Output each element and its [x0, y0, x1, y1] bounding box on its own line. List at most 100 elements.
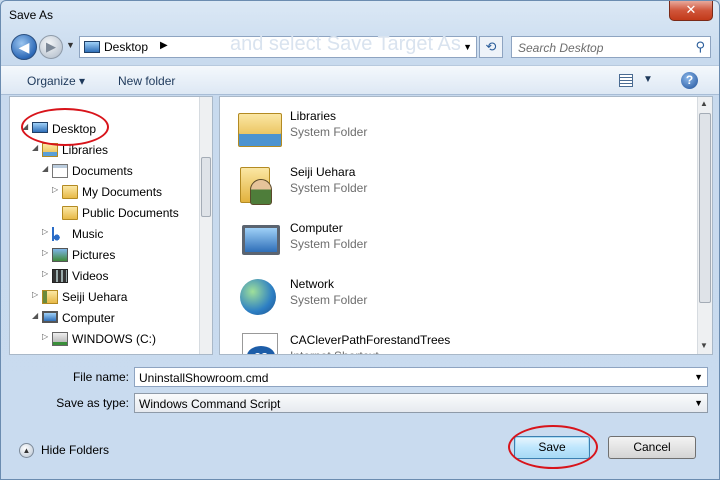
refresh-button[interactable]: ⟲ [479, 36, 503, 58]
file-list-scroll-thumb[interactable] [699, 113, 711, 303]
navigation-pane[interactable]: ◢ Desktop ◢ Libraries ◢ Documents ▷ My Document… [9, 96, 213, 355]
forward-button[interactable]: ▶ [39, 35, 63, 59]
network-icon-graphic [240, 279, 276, 315]
change-view-icon[interactable] [619, 74, 633, 87]
navigation-scroll-thumb[interactable] [201, 157, 211, 217]
tree-item-label: Seiji Uehara [62, 290, 128, 304]
file-name: Libraries [290, 109, 337, 123]
tree-item-label: Pictures [72, 248, 116, 262]
computer-icon-graphic [242, 225, 280, 255]
tree-item-8[interactable]: ▷ Seiji Uehara [10, 287, 200, 307]
pictures-icon [52, 248, 68, 262]
tree-item-2[interactable]: ◢ Documents [10, 161, 200, 181]
file-name-field[interactable]: UninstallShowroom.cmd ▼ [134, 367, 708, 387]
tree-expander-icon[interactable]: ◢ [42, 164, 48, 173]
tree-item-10[interactable]: ▷ WINDOWS (C:) [10, 329, 200, 349]
view-options-dropdown[interactable]: ▼ [643, 74, 653, 85]
save-button[interactable]: Save [514, 436, 590, 459]
file-list-item[interactable]: ca CACleverPathForestandTrees Internet Sho… [236, 327, 676, 354]
search-input[interactable]: Search Desktop ⚲ [511, 36, 711, 58]
tree-item-5[interactable]: ▷ Music [10, 224, 200, 244]
breadcrumb-desktop[interactable]: Desktop [104, 40, 148, 54]
file-name: Seiji Uehara [290, 165, 356, 179]
tree-expander-icon[interactable]: ▷ [52, 185, 58, 194]
desktop-icon [84, 41, 100, 53]
file-name: CACleverPathForestandTrees [290, 333, 451, 347]
tree-item-label: Videos [72, 269, 109, 283]
file-type: System Folder [290, 181, 368, 195]
save-as-type-label: Save as type: [56, 396, 129, 410]
address-dropdown-icon[interactable]: ▼ [463, 42, 472, 52]
tree-item-3[interactable]: ▷ My Documents [10, 182, 200, 202]
help-button[interactable]: ? [681, 72, 698, 89]
tree-expander-icon[interactable]: ▷ [42, 248, 48, 257]
close-button[interactable]: ✕ [669, 1, 713, 21]
collapse-icon: ▲ [19, 443, 34, 458]
cancel-button[interactable]: Cancel [608, 436, 696, 459]
file-type: Internet Shortcut [290, 349, 379, 354]
navigation-scrollbar[interactable] [199, 97, 212, 354]
file-list-item[interactable]: Seiji Uehara System Folder [236, 159, 676, 211]
libraries-icon-graphic [238, 113, 282, 147]
folder-icon [62, 185, 78, 199]
window-title: Save As [9, 8, 54, 22]
tree-item-label: Public Documents [82, 206, 179, 220]
tree-item-label: Libraries [62, 143, 109, 157]
tree-expander-icon[interactable]: ◢ [22, 122, 28, 131]
file-type: System Folder [290, 125, 368, 139]
file-list-scrollbar[interactable]: ▲ ▼ [697, 97, 712, 354]
save-as-type-dropdown-icon[interactable]: ▼ [694, 398, 703, 408]
tree-item-6[interactable]: ▷ Pictures [10, 245, 200, 265]
shortcut-icon-graphic: ca [242, 333, 278, 354]
save-as-type-select[interactable]: Windows Command Script ▼ [134, 393, 708, 413]
hide-folders-label: Hide Folders [41, 443, 110, 457]
music-icon [52, 227, 62, 241]
tree-item-0[interactable]: ◢ Desktop [10, 119, 200, 139]
file-list-item[interactable]: Computer System Folder [236, 215, 676, 267]
tree-item-4[interactable]: Public Documents [10, 203, 200, 223]
title-bar: Save As ✕ [1, 1, 719, 29]
organize-menu[interactable]: Organize ▾ [27, 74, 85, 88]
address-bar[interactable]: Desktop ▶ and select Save Target As ▼ [79, 33, 477, 58]
tree-item-9[interactable]: ◢ Computer [10, 308, 200, 328]
breadcrumb-arrow-icon[interactable]: ▶ [160, 40, 168, 51]
tree-item-label: Desktop [52, 122, 97, 136]
search-placeholder: Search Desktop [518, 41, 604, 55]
file-list-item[interactable]: Network System Folder [236, 271, 676, 323]
file-name: Network [290, 277, 335, 291]
file-name: Computer [290, 221, 343, 235]
recent-pages-dropdown[interactable]: ▼ [66, 40, 75, 50]
computer-icon [42, 311, 58, 323]
file-name-dropdown-icon[interactable]: ▼ [694, 372, 703, 382]
network-icon [236, 277, 284, 317]
scroll-down-arrow-icon[interactable]: ▼ [700, 341, 708, 350]
user-folder-icon [42, 290, 58, 304]
tree-item-7[interactable]: ▷ Videos [10, 266, 200, 286]
drive-icon [52, 332, 68, 346]
shortcut-icon: ca [236, 333, 284, 354]
desktop-icon [32, 122, 48, 133]
tree-expander-icon[interactable]: ◢ [32, 311, 38, 320]
tree-expander-icon[interactable]: ▷ [42, 269, 48, 278]
file-type: System Folder [290, 293, 368, 307]
tree-expander-icon[interactable]: ◢ [32, 143, 38, 152]
user-avatar-icon [250, 179, 272, 205]
tree-item-label: My Documents [82, 185, 163, 199]
tree-expander-icon[interactable]: ▷ [42, 332, 48, 341]
save-as-dialog: Save As ✕ ◀ ▶ ▼ Desktop ▶ and select Sav… [0, 0, 720, 480]
back-button[interactable]: ◀ [11, 34, 37, 60]
file-name-value[interactable]: UninstallShowroom.cmd [139, 371, 268, 385]
tree-expander-icon[interactable]: ▷ [42, 227, 48, 236]
ca-logo-icon: ca [247, 346, 275, 354]
file-type: System Folder [290, 237, 368, 251]
documents-icon [52, 164, 68, 178]
file-list-item[interactable]: Libraries System Folder [236, 103, 676, 155]
tree-item-label: Music [72, 227, 104, 241]
save-as-type-value: Windows Command Script [139, 397, 281, 411]
tree-item-1[interactable]: ◢ Libraries [10, 140, 200, 160]
new-folder-button[interactable]: New folder [118, 74, 175, 88]
file-list-pane[interactable]: Libraries System Folder Seiji Uehara System… [219, 96, 713, 355]
tree-expander-icon[interactable]: ▷ [32, 290, 38, 299]
background-ghost-text: and select Save Target As [230, 33, 461, 55]
scroll-up-arrow-icon[interactable]: ▲ [700, 99, 708, 108]
